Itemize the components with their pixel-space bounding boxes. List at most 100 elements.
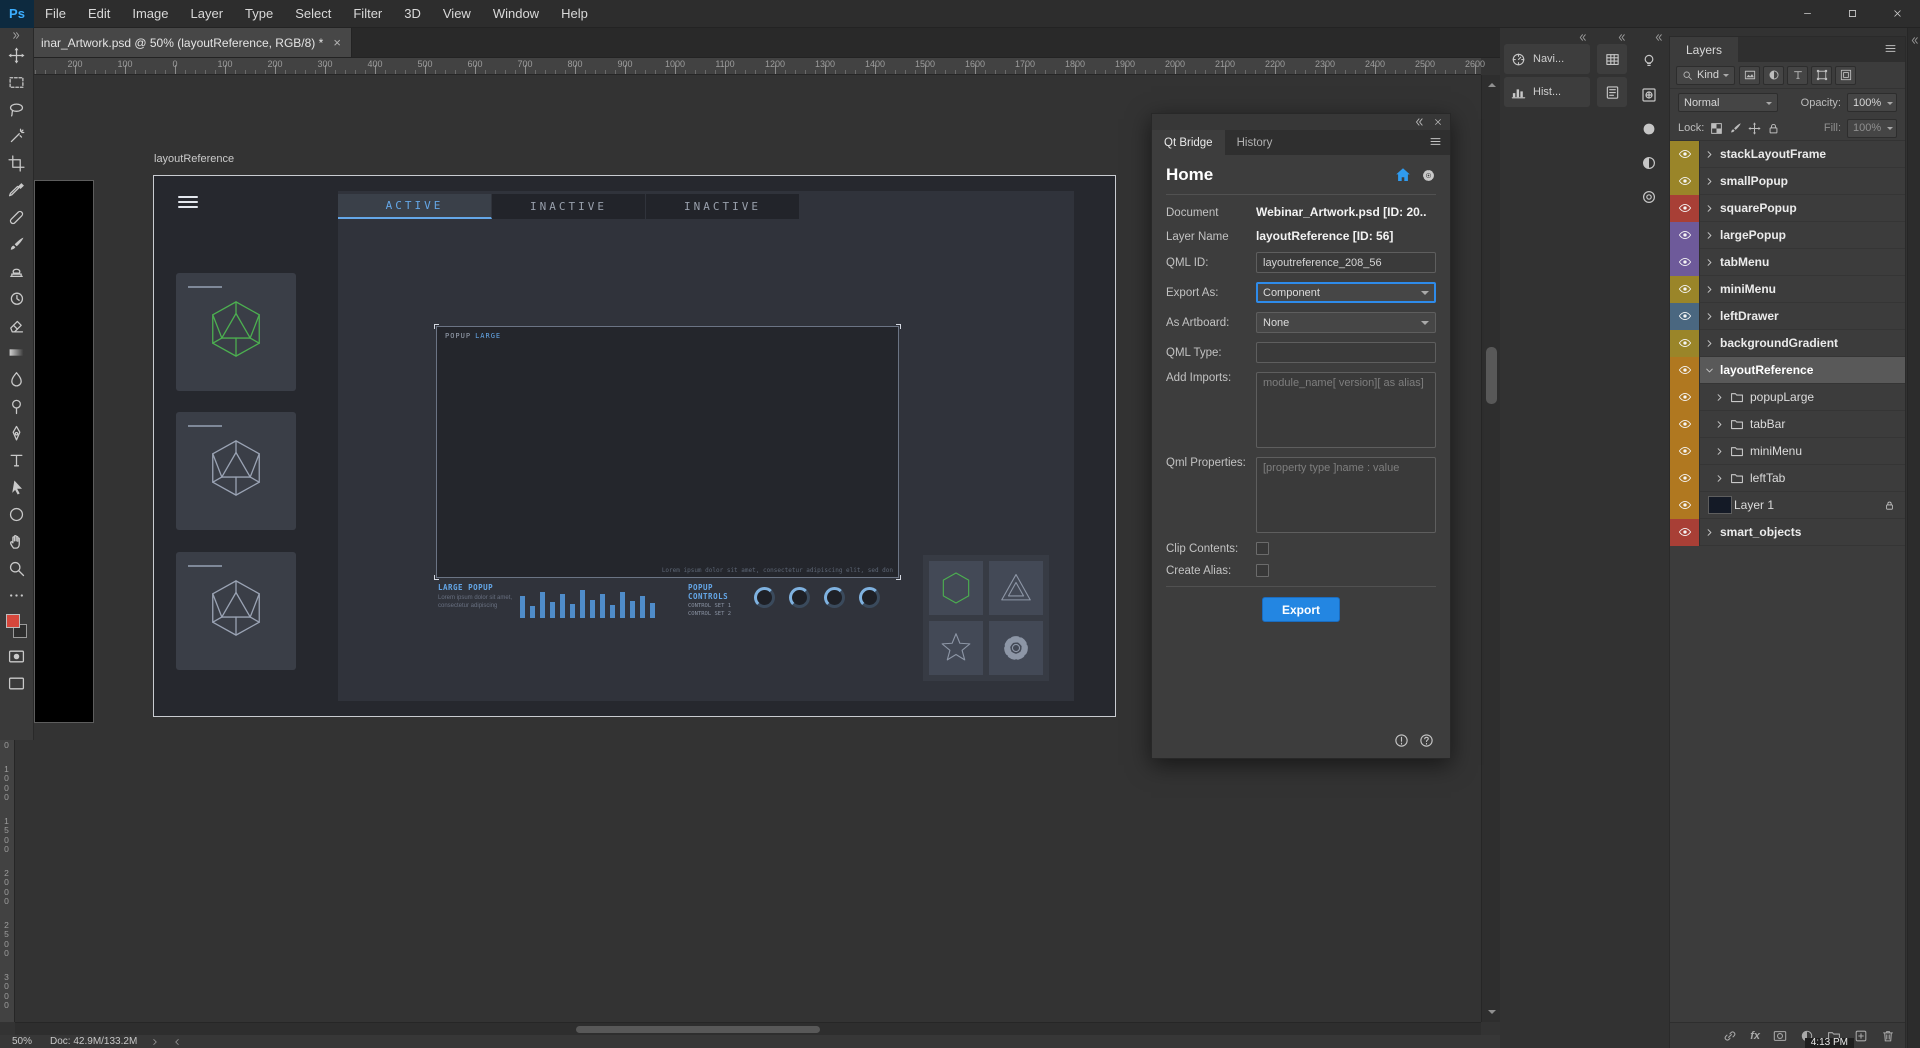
vertical-scrollbar[interactable] xyxy=(1481,75,1500,1022)
lock-transparent-icon[interactable] xyxy=(1710,122,1723,135)
layer-row[interactable]: tabMenu xyxy=(1670,249,1905,276)
more-tools[interactable] xyxy=(0,582,34,609)
add-imports-textarea[interactable] xyxy=(1256,372,1436,448)
blur-tool[interactable] xyxy=(0,366,34,393)
scroll-down-icon[interactable] xyxy=(1488,1010,1496,1018)
layer-visibility-toggle[interactable] xyxy=(1670,519,1700,546)
layer-visibility-toggle[interactable] xyxy=(1670,168,1700,195)
menu-layer[interactable]: Layer xyxy=(180,0,235,28)
vertical-scroll-thumb[interactable] xyxy=(1486,347,1497,404)
export-as-select[interactable]: Component xyxy=(1256,282,1436,303)
collapsed-panel-adjustments[interactable] xyxy=(1632,146,1666,180)
menu-filter[interactable]: Filter xyxy=(342,0,393,28)
lock-all-icon[interactable] xyxy=(1767,122,1780,135)
expand-toggle[interactable] xyxy=(1700,204,1718,213)
layer-visibility-toggle[interactable] xyxy=(1670,330,1700,357)
blend-mode-select[interactable]: Normal xyxy=(1678,93,1778,112)
healing-brush-tool[interactable] xyxy=(0,204,34,231)
layer-visibility-toggle[interactable] xyxy=(1670,357,1700,384)
document-tab[interactable]: inar_Artwork.psd @ 50% (layoutReference,… xyxy=(34,28,352,57)
layer-row[interactable]: leftDrawer xyxy=(1670,303,1905,330)
horizontal-scrollbar[interactable] xyxy=(15,1022,1481,1035)
pen-tool[interactable] xyxy=(0,420,34,447)
layer-visibility-toggle[interactable] xyxy=(1670,384,1700,411)
screen-mode-tool[interactable] xyxy=(0,670,34,697)
qml-id-input[interactable] xyxy=(1256,252,1436,273)
layer-visibility-toggle[interactable] xyxy=(1670,141,1700,168)
layer-row[interactable]: miniMenu xyxy=(1670,276,1905,303)
layer-visibility-toggle[interactable] xyxy=(1670,276,1700,303)
layer-visibility-toggle[interactable] xyxy=(1670,222,1700,249)
layer-row[interactable]: leftTab xyxy=(1670,465,1905,492)
path-selection-tool[interactable] xyxy=(0,474,34,501)
expand-toggle[interactable] xyxy=(1700,231,1718,240)
fill-select[interactable]: 100% xyxy=(1847,119,1897,138)
layer-row[interactable]: popupLarge xyxy=(1670,384,1905,411)
dodge-tool[interactable] xyxy=(0,393,34,420)
layer-row[interactable]: Layer 1 xyxy=(1670,492,1905,519)
layer-row[interactable]: tabBar xyxy=(1670,411,1905,438)
layer-visibility-toggle[interactable] xyxy=(1670,411,1700,438)
expand-toggle[interactable] xyxy=(1700,258,1718,267)
settings-gear-icon[interactable] xyxy=(1421,168,1436,183)
new-layer-button[interactable] xyxy=(1854,1029,1868,1043)
zoom-tool[interactable] xyxy=(0,555,34,582)
kind-filter-select[interactable]: Kind xyxy=(1676,66,1735,85)
export-button[interactable]: Export xyxy=(1262,597,1340,622)
zoom-level[interactable]: 50% xyxy=(12,1036,32,1047)
link-layers-button[interactable] xyxy=(1723,1029,1737,1043)
expand-toggle[interactable] xyxy=(1700,339,1718,348)
menu-view[interactable]: View xyxy=(432,0,482,28)
history-brush-tool[interactable] xyxy=(0,285,34,312)
type-tool[interactable] xyxy=(0,447,34,474)
layer-row[interactable]: layoutReference xyxy=(1670,357,1905,384)
collapsed-panel-libraries[interactable] xyxy=(1632,44,1666,78)
layer-row[interactable]: squarePopup xyxy=(1670,195,1905,222)
filter-smart-objects[interactable] xyxy=(1835,66,1856,85)
layer-visibility-toggle[interactable] xyxy=(1670,249,1700,276)
layer-row[interactable]: backgroundGradient xyxy=(1670,330,1905,357)
close-button[interactable] xyxy=(1875,0,1920,28)
menu-window[interactable]: Window xyxy=(482,0,550,28)
clip-contents-checkbox[interactable] xyxy=(1256,542,1269,555)
dock-edge-strip[interactable] xyxy=(1907,28,1920,1048)
as-artboard-select[interactable]: None xyxy=(1256,312,1436,333)
layer-row[interactable]: stackLayoutFrame xyxy=(1670,141,1905,168)
qt-tab-qt-bridge[interactable]: Qt Bridge xyxy=(1152,130,1225,155)
expand-toggle[interactable] xyxy=(1710,393,1728,402)
collapse-icon[interactable] xyxy=(1654,33,1663,42)
scroll-up-icon[interactable] xyxy=(1488,79,1496,87)
hand-tool[interactable] xyxy=(0,528,34,555)
layer-row[interactable]: largePopup xyxy=(1670,222,1905,249)
minimize-button[interactable] xyxy=(1785,0,1830,28)
expand-toggle[interactable] xyxy=(1700,528,1718,537)
foreground-color-well[interactable] xyxy=(6,614,20,628)
filter-pixel-layers[interactable] xyxy=(1739,66,1760,85)
qt-tab-history[interactable]: History xyxy=(1225,130,1285,155)
gradient-tool[interactable] xyxy=(0,339,34,366)
filter-adjustment-layers[interactable] xyxy=(1763,66,1784,85)
marquee-tool[interactable] xyxy=(0,69,34,96)
move-tool[interactable] xyxy=(0,42,34,69)
eraser-tool[interactable] xyxy=(0,312,34,339)
alert-icon[interactable] xyxy=(1394,733,1409,748)
quick-mask-tool[interactable] xyxy=(0,643,34,670)
expand-toggle[interactable] xyxy=(1710,447,1728,456)
expand-toggle[interactable] xyxy=(1700,366,1718,375)
menu-image[interactable]: Image xyxy=(121,0,179,28)
expand-toggle[interactable] xyxy=(1700,285,1718,294)
layer-effects-button[interactable]: fx xyxy=(1750,1030,1760,1042)
panel-close-icon[interactable] xyxy=(1433,117,1443,127)
menu-file[interactable]: File xyxy=(34,0,77,28)
menu-select[interactable]: Select xyxy=(284,0,342,28)
eyedropper-tool[interactable] xyxy=(0,177,34,204)
qml-type-input[interactable] xyxy=(1256,342,1436,363)
layer-visibility-toggle[interactable] xyxy=(1670,465,1700,492)
collapsed-panel-styles[interactable] xyxy=(1632,180,1666,214)
add-mask-button[interactable] xyxy=(1773,1029,1787,1043)
toolbar-collapse-icon[interactable] xyxy=(12,28,21,42)
collapsed-panel-navigator[interactable]: Navi... xyxy=(1504,44,1590,74)
crop-tool[interactable] xyxy=(0,150,34,177)
collapsed-panel-color[interactable] xyxy=(1632,112,1666,146)
maximize-button[interactable] xyxy=(1830,0,1875,28)
